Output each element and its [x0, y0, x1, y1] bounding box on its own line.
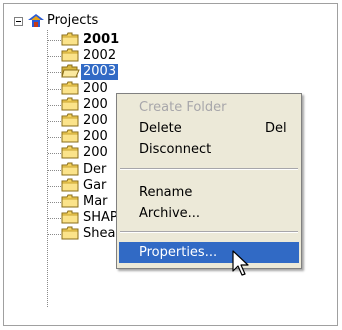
- folder-icon: [61, 178, 79, 192]
- tree-item[interactable]: 2003: [4, 64, 337, 81]
- tree-connector: [48, 218, 61, 220]
- folder-icon: [61, 113, 79, 127]
- context-menu: Create Folder Delete Del Disconnect Rena…: [116, 93, 302, 269]
- tree-item-label: 200: [83, 129, 108, 145]
- tree-connector: [48, 169, 61, 171]
- tree-connector: [48, 72, 61, 74]
- menu-item-disconnect[interactable]: Disconnect: [119, 139, 299, 160]
- tree-item-label: 2001: [83, 32, 120, 47]
- menu-separator: [120, 168, 298, 170]
- tree-item-label: 200: [83, 145, 108, 161]
- tree-item-label: 200: [83, 113, 108, 128]
- tree-connector: [48, 234, 61, 236]
- folder-icon: [61, 48, 79, 62]
- menu-item-shortcut: Del: [265, 121, 287, 136]
- tree-item-label: 200: [83, 96, 108, 112]
- tree-item[interactable]: 2001: [4, 32, 337, 48]
- menu-item-create-folder[interactable]: Create Folder: [119, 97, 299, 118]
- projects-root-icon: [28, 14, 44, 27]
- folder-icon: [61, 32, 79, 46]
- menu-separator: [120, 231, 298, 233]
- tree-item-label: Gar: [83, 177, 107, 193]
- tree-connector: [48, 153, 61, 155]
- menu-item-label: Delete: [139, 121, 182, 136]
- tree-item-label: Der: [83, 161, 107, 177]
- menu-item-delete[interactable]: Delete Del: [119, 118, 299, 139]
- folder-icon: [61, 97, 79, 111]
- menu-item-rename[interactable]: Rename: [119, 182, 299, 203]
- tree-connector: [48, 121, 61, 122]
- tree-item-label: Mar: [83, 194, 108, 209]
- window-frame: Projects 2001 2002 2003 200 200 200 200 200 Der G…: [0, 0, 342, 330]
- tree-item-label: 200: [83, 80, 108, 96]
- folder-icon: [61, 129, 79, 143]
- tree-root-label[interactable]: Projects: [47, 13, 98, 29]
- tree-connector: [48, 185, 61, 187]
- folder-icon: [61, 194, 79, 208]
- folder-icon: [61, 81, 79, 95]
- tree-item-label: 2003: [81, 64, 119, 81]
- menu-item-label: Create Folder: [139, 100, 227, 115]
- tree-connector: [48, 202, 61, 203]
- tree-connector: [48, 104, 61, 106]
- menu-item-properties[interactable]: Properties...: [119, 242, 299, 263]
- folder-icon: [61, 210, 79, 224]
- collapse-toggle[interactable]: [14, 17, 23, 26]
- tree-connector: [48, 40, 61, 41]
- folder-icon: [61, 162, 79, 176]
- menu-item-label: Rename: [139, 185, 193, 200]
- menu-item-archive[interactable]: Archive...: [119, 203, 299, 224]
- menu-item-label: Archive...: [139, 206, 201, 221]
- tree-item[interactable]: 2002: [4, 48, 337, 64]
- tree-connector: [48, 56, 61, 58]
- folder-icon: [61, 226, 79, 240]
- tree-connector: [48, 88, 61, 90]
- tree-item-label: 2002: [83, 48, 117, 64]
- folder-open-icon: [61, 64, 80, 78]
- folder-icon: [61, 145, 79, 159]
- menu-item-label: Disconnect: [139, 142, 212, 157]
- tree-connector: [48, 137, 61, 139]
- menu-item-label: Properties...: [139, 245, 218, 260]
- mouse-pointer-icon: [232, 250, 249, 276]
